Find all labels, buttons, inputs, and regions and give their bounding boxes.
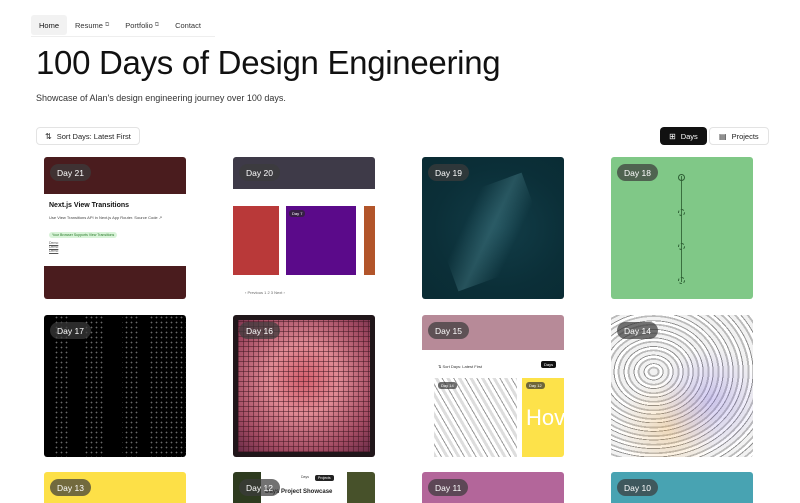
grid-icon: ⊞ (669, 131, 676, 141)
day18-preview-dot (678, 243, 685, 250)
day-badge: Day 18 (617, 164, 658, 181)
day12-preview-days: Days (301, 475, 309, 479)
day-card-19[interactable]: Day 19 (422, 157, 564, 299)
view-days-button[interactable]: ⊞ Days (660, 127, 707, 145)
day20-preview-tile (233, 206, 279, 275)
projects-icon: ▤ (719, 131, 727, 141)
sort-button-label: Sort Days: Latest First (56, 131, 131, 141)
day18-preview-dot (678, 277, 685, 284)
day-badge: Day 10 (617, 479, 658, 496)
day21-preview: Next.js View Transitions Use View Transi… (44, 194, 186, 266)
sort-arrows-icon: ⇅ (45, 131, 52, 141)
day12-preview-side (347, 472, 375, 503)
day16-preview-maze (238, 320, 370, 452)
day18-preview-dot (678, 209, 685, 216)
external-link-icon: ⧉ (104, 21, 110, 28)
nav-home[interactable]: Home (31, 15, 68, 35)
days-grid: Day 21 Next.js View Transitions Use View… (44, 157, 753, 457)
nav-home-label: Home (39, 20, 60, 30)
nav-resume[interactable]: Resume ⧉ (67, 15, 117, 35)
day21-preview-pill: Your Browser Supports View Transitions (49, 232, 118, 238)
day21-preview-link: Demo (49, 249, 59, 253)
day-badge: Day 14 (617, 322, 658, 339)
day-card-14[interactable]: Day 14 (611, 315, 753, 457)
day-badge: Day 13 (50, 479, 91, 496)
nav-portfolio-label: Portfolio (125, 20, 153, 30)
day-card-12[interactable]: Days Projects Days Project Showcase Day … (233, 472, 375, 503)
day-card-21[interactable]: Day 21 Next.js View Transitions Use View… (44, 157, 186, 299)
sort-button[interactable]: ⇅ Sort Days: Latest First (36, 127, 140, 145)
days-grid-row-3: Day 13 Days Projects Days Project Showca… (44, 472, 753, 503)
day19-preview-shape (427, 172, 553, 292)
view-projects-label: Projects (731, 131, 759, 141)
day-card-10[interactable]: Day 10 (611, 472, 753, 503)
day15-preview-badge: Day 14 (438, 382, 457, 389)
nav-portfolio[interactable]: Portfolio ⧉ (117, 15, 167, 35)
day-badge: Day 11 (428, 479, 469, 496)
day21-preview-heading: Next.js View Transitions (49, 202, 130, 209)
top-nav: Home Resume ⧉ Portfolio ⧉ Contact (31, 14, 215, 37)
page-title: 100 Days of Design Engineering (36, 44, 501, 81)
page-subtitle: Showcase of Alan's design engineering jo… (36, 93, 286, 103)
day-card-20[interactable]: Day 20 Day 7 ‹ Previous 1 2 3 Next › (233, 157, 375, 299)
day-badge: Day 20 (239, 164, 280, 181)
nav-contact[interactable]: Contact (167, 15, 209, 35)
day20-preview-tile-label: Day 7 (289, 210, 306, 217)
day21-preview-text: Use View Transitions API in Next.js App … (49, 215, 163, 220)
day-card-15[interactable]: Day 15 ⇅ Sort Days: Latest First Days Da… (422, 315, 564, 457)
day-card-17[interactable]: Day 17 (44, 315, 186, 457)
day-card-13[interactable]: Day 13 (44, 472, 186, 503)
day-card-18[interactable]: Day 18 (611, 157, 753, 299)
day-card-11[interactable]: Day 11 (422, 472, 564, 503)
day20-preview-pager: ‹ Previous 1 2 3 Next › (245, 290, 285, 295)
day-badge: Day 15 (428, 322, 469, 339)
day15-preview-badge: Day 12 (526, 382, 545, 389)
day-badge: Day 17 (50, 322, 91, 339)
day15-preview-marble (434, 378, 517, 457)
day-badge: Day 21 (50, 164, 91, 181)
day15-preview-sort: ⇅ Sort Days: Latest First (438, 364, 483, 369)
view-projects-button[interactable]: ▤ Projects (709, 127, 769, 145)
day18-preview-dot (678, 174, 685, 181)
view-days-label: Days (680, 131, 698, 141)
external-link-icon: ⧉ (154, 21, 160, 28)
day-badge: Day 16 (239, 322, 280, 339)
day-card-16[interactable]: Day 16 (233, 315, 375, 457)
day18-preview-track (681, 176, 682, 282)
day12-preview-projects: Projects (315, 475, 334, 481)
nav-resume-label: Resume (75, 20, 103, 30)
day-badge: Day 19 (428, 164, 469, 181)
day15-preview-days: Days (541, 361, 557, 368)
day15-preview-hover-text: Hov (526, 405, 564, 430)
nav-contact-label: Contact (175, 20, 201, 30)
day20-preview-tile (364, 206, 375, 275)
day-badge: Day 12 (239, 479, 280, 496)
